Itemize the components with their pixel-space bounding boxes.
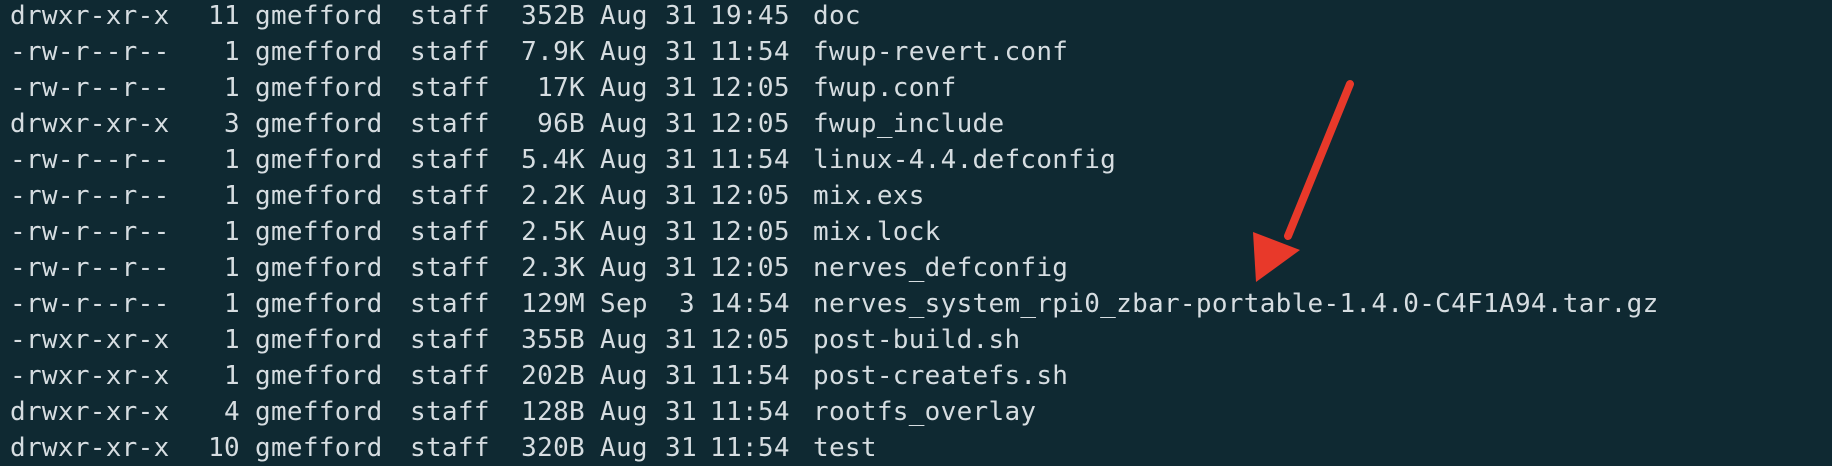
arrow-shaft [1284,80,1354,240]
arrow-head [1253,232,1300,282]
annotation-arrow-icon [1253,80,1354,282]
terminal-window[interactable]: drwxr-xr-x 11 gmefford staff 352B Aug 31 19:45 d… [0,0,1832,466]
